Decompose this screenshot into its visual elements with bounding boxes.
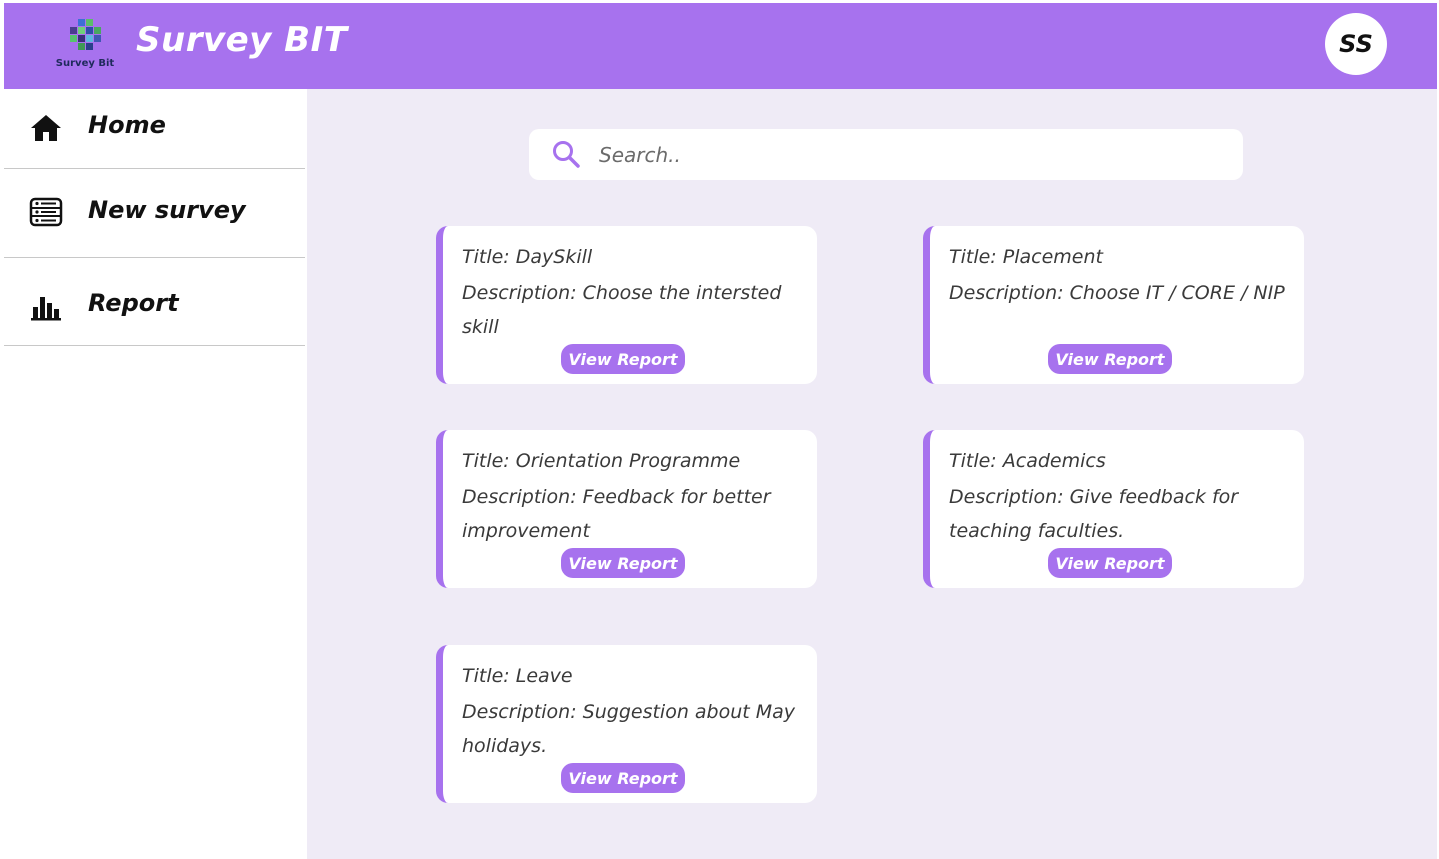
app-title: Survey BIT bbox=[136, 20, 348, 60]
top-header-bar: Survey Bit Survey BIT SS bbox=[4, 3, 1437, 89]
survey-description: Description: Choose the intersted skill bbox=[462, 282, 782, 338]
home-icon bbox=[27, 112, 65, 144]
sidebar-item-report[interactable]: Report bbox=[4, 258, 305, 346]
sidebar-item-new-survey[interactable]: New survey bbox=[4, 169, 305, 258]
survey-bit-logo[interactable]: Survey Bit bbox=[54, 17, 116, 73]
view-report-button[interactable]: View Report bbox=[1048, 548, 1172, 578]
main-content: Title: DaySkill Description: Choose the … bbox=[307, 89, 1437, 859]
search-bar[interactable] bbox=[529, 129, 1243, 180]
logo-text: Survey Bit bbox=[55, 58, 115, 69]
form-list-icon bbox=[27, 196, 65, 228]
search-icon bbox=[551, 139, 581, 169]
survey-description: Description: Feedback for better improve… bbox=[462, 486, 771, 542]
view-report-button[interactable]: View Report bbox=[561, 344, 685, 374]
cube-cluster-icon bbox=[70, 19, 101, 50]
survey-title: Title: Orientation Programme bbox=[462, 450, 741, 472]
sidebar-item-label: Home bbox=[88, 111, 166, 139]
survey-description: Description: Choose IT / CORE / NIP bbox=[949, 282, 1285, 304]
view-report-button[interactable]: View Report bbox=[561, 548, 685, 578]
survey-description: Description: Suggestion about May holida… bbox=[462, 701, 796, 757]
survey-card-leave: Title: Leave Description: Suggestion abo… bbox=[436, 645, 817, 803]
survey-title: Title: Leave bbox=[462, 665, 573, 687]
sidebar: Home New survey Report bbox=[4, 89, 307, 859]
sidebar-item-label: Report bbox=[88, 289, 179, 317]
survey-card-academics: Title: Academics Description: Give feedb… bbox=[923, 430, 1304, 588]
bar-chart-icon bbox=[27, 290, 65, 322]
survey-title: Title: Placement bbox=[949, 246, 1103, 268]
user-avatar[interactable]: SS bbox=[1325, 13, 1387, 75]
survey-card-dayskill: Title: DaySkill Description: Choose the … bbox=[436, 226, 817, 384]
survey-description: Description: Give feedback for teaching … bbox=[949, 486, 1239, 542]
sidebar-item-home[interactable]: Home bbox=[4, 89, 305, 169]
search-input[interactable] bbox=[599, 129, 1219, 180]
survey-card-orientation-programme: Title: Orientation Programme Description… bbox=[436, 430, 817, 588]
survey-card-placement: Title: Placement Description: Choose IT … bbox=[923, 226, 1304, 384]
survey-title: Title: DaySkill bbox=[462, 246, 593, 268]
survey-title: Title: Academics bbox=[949, 450, 1106, 472]
view-report-button[interactable]: View Report bbox=[561, 763, 685, 793]
sidebar-item-label: New survey bbox=[88, 196, 246, 224]
view-report-button[interactable]: View Report bbox=[1048, 344, 1172, 374]
